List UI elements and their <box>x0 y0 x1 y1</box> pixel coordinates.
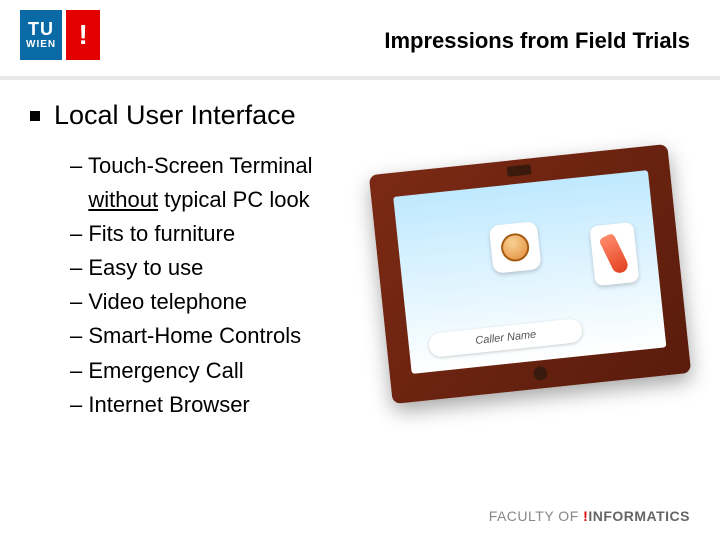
footer-informatics: INFORMATICS <box>588 508 690 524</box>
slide-footer: FACULTY OF !INFORMATICS <box>489 508 690 524</box>
user-avatar-icon <box>489 221 542 274</box>
list-text: typical PC look <box>158 187 310 212</box>
list-item: Internet Browser <box>70 388 360 422</box>
logo-wien-text: WIEN <box>26 40 56 50</box>
list-text: Emergency Call <box>88 358 243 383</box>
list-item: Video telephone <box>70 285 360 319</box>
device-screen: Caller Name <box>393 170 666 374</box>
slide-header: TU WIEN ! Impressions from Field Trials <box>0 0 720 80</box>
exclamation-icon: ! <box>78 19 87 51</box>
phone-handset-icon <box>589 222 639 286</box>
bullet-list: Touch-Screen Terminal without typical PC… <box>30 149 360 422</box>
list-item: Smart-Home Controls <box>70 319 360 353</box>
tuwien-logo: TU WIEN ! <box>20 10 100 60</box>
list-text-underlined: without <box>88 187 158 212</box>
list-text: Easy to use <box>88 255 203 280</box>
caller-name-label: Caller Name <box>428 318 583 358</box>
heading-text: Local User Interface <box>54 100 296 131</box>
list-text: Video telephone <box>88 289 247 314</box>
list-item: Touch-Screen Terminal without typical PC… <box>70 149 360 217</box>
list-text: Internet Browser <box>88 392 249 417</box>
touchscreen-terminal: Caller Name <box>369 144 691 404</box>
device-photo: Caller Name <box>370 149 690 422</box>
list-text: Fits to furniture <box>88 221 235 246</box>
logo-tu-text: TU <box>28 20 54 38</box>
list-item: Emergency Call <box>70 354 360 388</box>
slide-title: Impressions from Field Trials <box>384 28 690 54</box>
logo-bang-block: ! <box>66 10 100 60</box>
list-text: Touch-Screen Terminal <box>88 153 313 178</box>
footer-faculty: FACULTY OF <box>489 508 583 524</box>
list-item: Easy to use <box>70 251 360 285</box>
slide-content: Local User Interface Touch-Screen Termin… <box>0 80 720 422</box>
list-text: Smart-Home Controls <box>88 323 301 348</box>
section-heading: Local User Interface <box>30 100 690 131</box>
main-row: Touch-Screen Terminal without typical PC… <box>30 149 690 422</box>
list-item: Fits to furniture <box>70 217 360 251</box>
logo-tuwien-block: TU WIEN <box>20 10 62 60</box>
square-bullet-icon <box>30 111 40 121</box>
